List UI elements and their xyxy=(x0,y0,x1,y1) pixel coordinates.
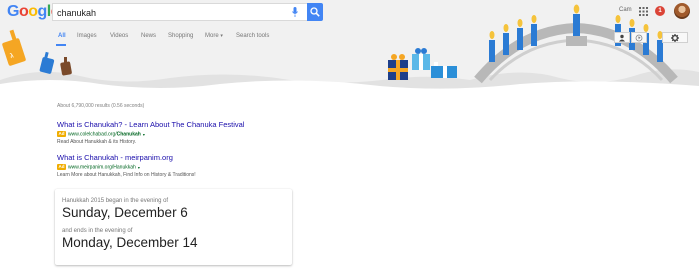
logo-letter: o xyxy=(18,3,29,20)
tab-shopping[interactable]: Shopping xyxy=(168,33,193,39)
globe-icon xyxy=(635,34,643,41)
person-icon xyxy=(619,34,625,41)
ad-badge: Ad xyxy=(57,131,66,137)
avatar[interactable] xyxy=(674,3,690,19)
ad-badge: Ad xyxy=(57,164,66,170)
global-results-button[interactable] xyxy=(631,32,647,43)
search-input[interactable] xyxy=(57,6,287,19)
personal-results-button[interactable] xyxy=(614,32,630,43)
ad-title-link[interactable]: What is Chanukah - meirpanim.org xyxy=(57,153,173,162)
gift-icon xyxy=(388,54,408,80)
ad-url: www.meirpanim.org/Hanukkah xyxy=(68,164,136,171)
end-date: Monday, December 14 xyxy=(62,235,198,250)
ad-url-row: Ad www.meirpanim.org/Hanukkah ▾ xyxy=(57,164,140,171)
start-label: Hanukkah 2015 began in the evening of xyxy=(62,198,169,204)
tab-news[interactable]: News xyxy=(141,33,156,39)
logo-letter: o xyxy=(28,3,38,20)
gift-icon xyxy=(412,48,430,70)
ad-title-link[interactable]: What is Chanukah? - Learn About The Chan… xyxy=(57,120,244,129)
answer-card: Hanukkah 2015 began in the evening of Su… xyxy=(55,189,292,265)
ad-description: Learn More about Hanukkah, Find Info on … xyxy=(57,172,196,178)
chevron-down-icon[interactable]: ▾ xyxy=(138,165,140,170)
tab-all[interactable]: All xyxy=(58,33,66,39)
user-name[interactable]: Cam xyxy=(619,7,632,13)
tab-more[interactable]: More ▾ xyxy=(205,33,223,39)
ad-description: Read About Hanukkah & its History. xyxy=(57,139,137,145)
gear-icon xyxy=(671,33,679,42)
start-date: Sunday, December 6 xyxy=(62,205,188,220)
result-stats: About 6,790,000 results (0.56 seconds) xyxy=(57,103,145,109)
tab-images[interactable]: Images xyxy=(77,33,97,39)
ad-url-keyword: Chanukah xyxy=(116,131,141,138)
gift-icon xyxy=(431,62,457,78)
notification-badge[interactable]: 1 xyxy=(655,6,665,16)
tab-videos[interactable]: Videos xyxy=(110,33,128,39)
tab-search-tools[interactable]: Search tools xyxy=(236,33,269,39)
header: ג Googl chanukah Cam 1 All Images Videos… xyxy=(0,0,699,96)
ad-result: What is Chanukah? - Learn About The Chan… xyxy=(57,120,244,145)
settings-button[interactable] xyxy=(662,32,688,43)
dreidel-icon: ג xyxy=(2,29,26,66)
mic-icon[interactable] xyxy=(292,7,298,17)
tab-more-label: More xyxy=(205,33,219,39)
active-tab-indicator xyxy=(56,44,66,46)
logo-letter: G xyxy=(7,3,19,20)
apps-icon[interactable] xyxy=(639,7,648,16)
ad-result: What is Chanukah - meirpanim.org Ad www.m… xyxy=(57,153,196,178)
ad-url: www.colelchabad.org/ xyxy=(68,131,117,138)
chevron-down-icon: ▾ xyxy=(220,33,223,39)
chevron-down-icon[interactable]: ▾ xyxy=(143,132,145,137)
end-label: and ends in the evening of xyxy=(62,228,133,234)
logo-letter: g xyxy=(37,3,48,20)
search-icon xyxy=(310,7,320,17)
dreidel-icon xyxy=(60,57,72,76)
ad-url-row: Ad www.colelchabad.org/Chanukah ▾ xyxy=(57,131,145,138)
search-box xyxy=(52,3,308,21)
search-button[interactable] xyxy=(307,3,323,21)
dreidel-icon xyxy=(39,51,55,74)
